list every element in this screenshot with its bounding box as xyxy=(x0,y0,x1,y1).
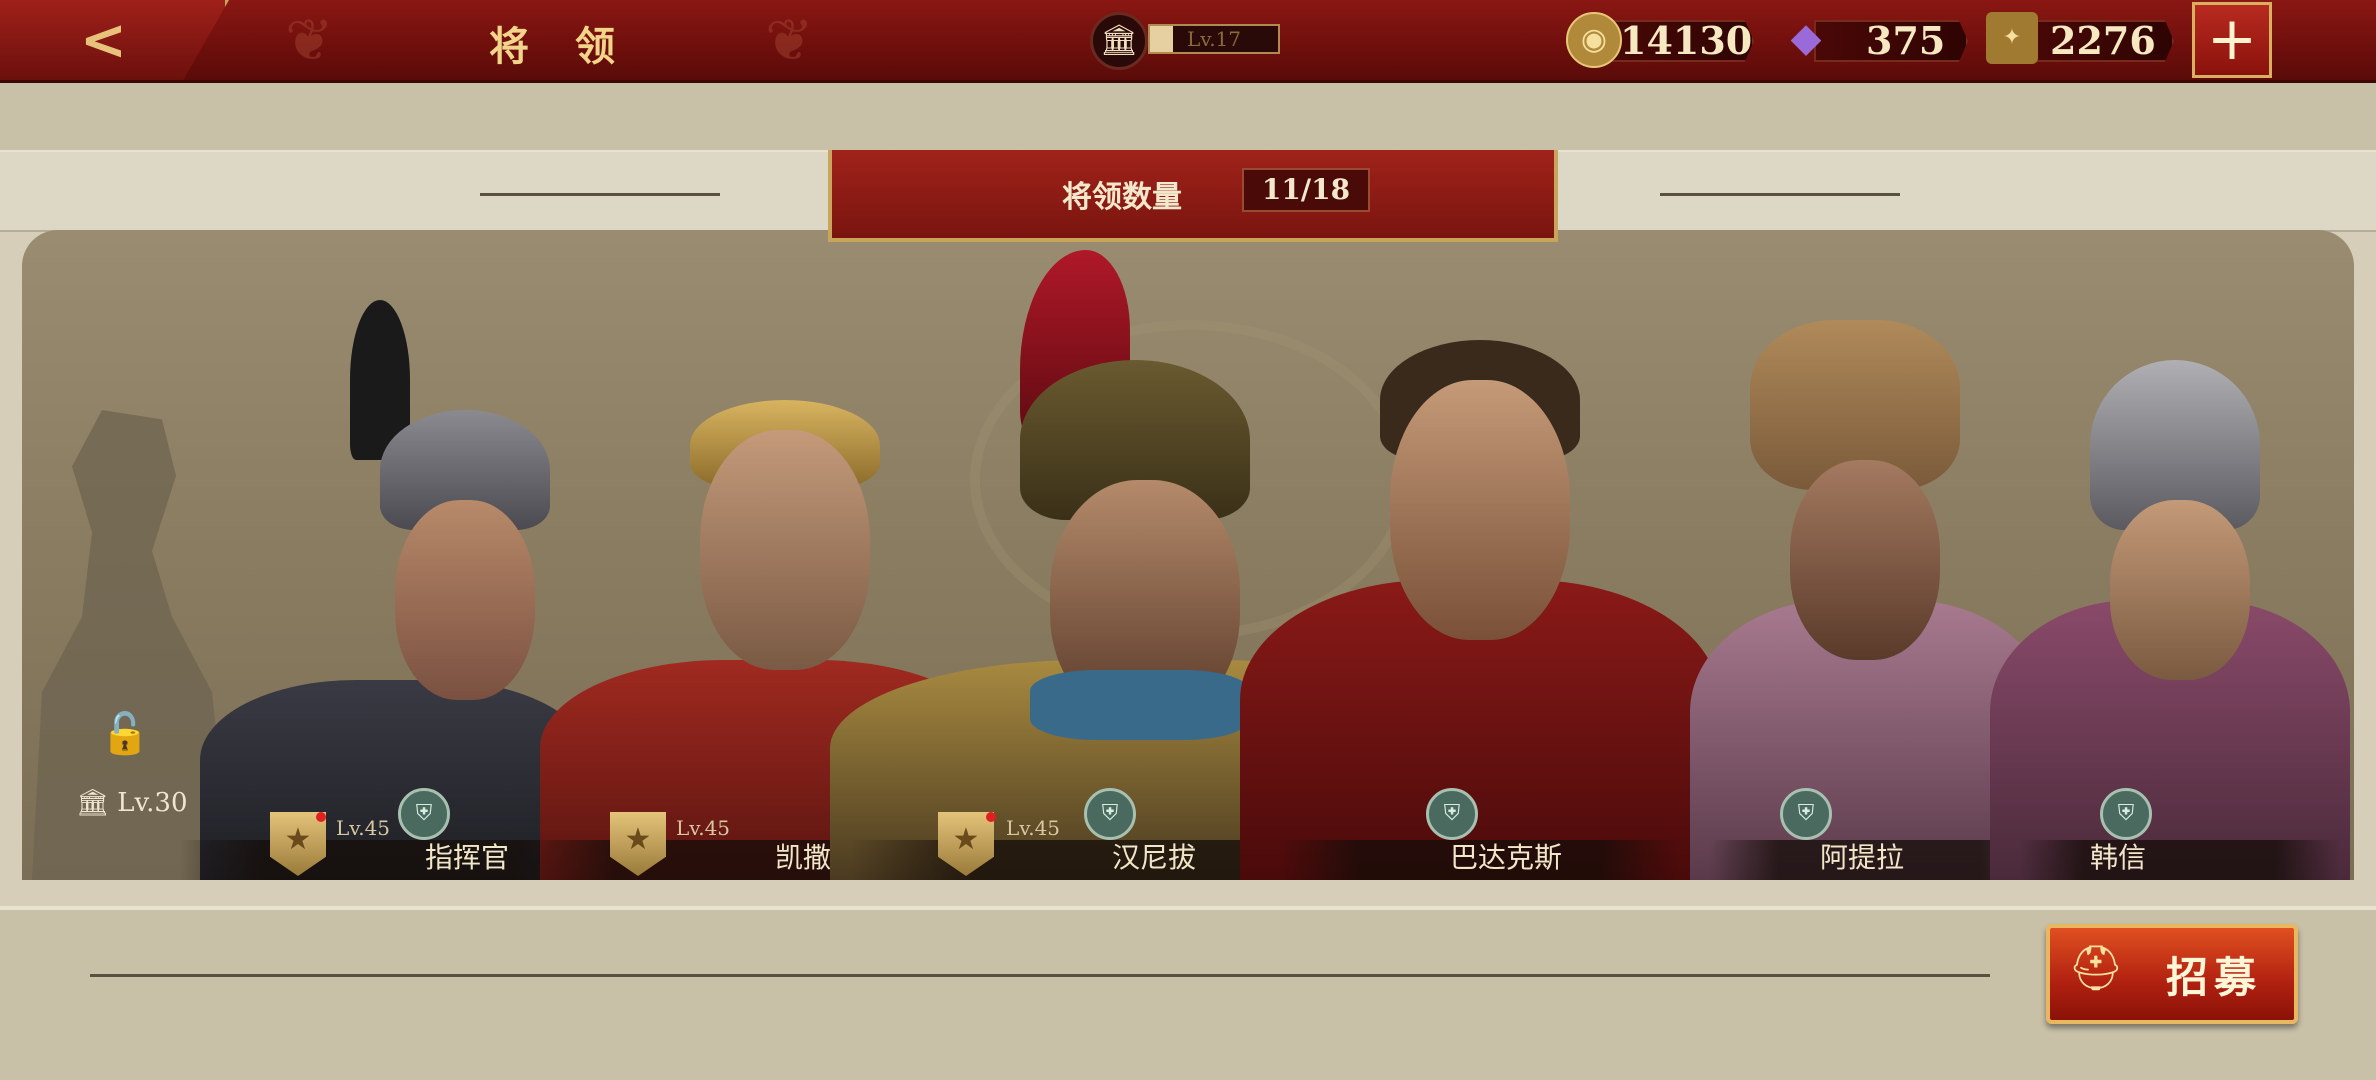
unlock-level: 🏛 Lv.30 xyxy=(76,788,188,818)
general-count-value: 11/18 xyxy=(1242,168,1370,212)
resource-gold[interactable]: ◉ 14130 xyxy=(1566,10,1756,68)
page-title: 将 领 xyxy=(489,23,631,70)
city-level[interactable]: 🏛 Lv.17 xyxy=(1090,12,1290,70)
spqr-eagle-icon: ✦ xyxy=(1986,12,2038,64)
gem-value: 375 xyxy=(1866,18,1946,63)
general-name: 指挥官 xyxy=(425,841,510,874)
spqr-value: 2276 xyxy=(2050,18,2156,63)
purple-gem-icon: ◆ xyxy=(1790,15,1822,61)
general-count-label: 将领数量 xyxy=(1062,180,1182,215)
general-name: 巴达克斯 xyxy=(1450,841,1563,874)
class-shield-icon: ⛨ xyxy=(2100,788,2152,840)
gold-value: 14130 xyxy=(1620,18,1753,63)
general-name: 阿提拉 xyxy=(1820,841,1905,874)
general-card-hanxin[interactable]: ⛨ 韩信 xyxy=(1980,240,2360,880)
general-portrait xyxy=(1980,240,2360,880)
top-bar: < ❦ 将 领 ❦ 🏛 Lv.17 ◉ 14130 ◆ 375 ✦ 2276 + xyxy=(0,0,2376,83)
level-label: Lv.17 xyxy=(1186,27,1241,51)
gold-coin-icon: ◉ xyxy=(1566,12,1622,68)
laurel-right-icon: ❦ xyxy=(765,6,814,74)
resource-gem[interactable]: ◆ 375 xyxy=(1780,10,1970,66)
laurel-left-icon: ❦ xyxy=(285,6,334,74)
building-icon: 🏛 xyxy=(1090,12,1148,70)
recruit-button[interactable]: ⛑ 招募 xyxy=(2046,924,2298,1024)
level-progress-bar: Lv.17 xyxy=(1148,24,1280,54)
general-card-spartacus[interactable]: ⛨ 巴达克斯 xyxy=(1240,240,1720,880)
general-count-banner: 将领数量 11/18 xyxy=(828,150,1558,242)
class-shield-icon: ⛨ xyxy=(1426,788,1478,840)
class-shield-icon: ⛨ xyxy=(1084,788,1136,840)
divider-line xyxy=(90,974,1990,977)
back-arrow-icon: < xyxy=(80,8,127,73)
recruit-label: 招募 xyxy=(2166,953,2263,1002)
resource-spqr[interactable]: ✦ 2276 xyxy=(1986,10,2176,66)
general-name: 汉尼拔 xyxy=(1112,841,1197,874)
general-name: 韩信 xyxy=(2090,841,2147,874)
lock-icon: 🔓 xyxy=(100,711,150,757)
general-name: 凯撒 xyxy=(775,841,832,874)
class-shield-icon: ⛨ xyxy=(398,788,450,840)
helmet-plus-icon: ⛑ xyxy=(2068,943,2124,994)
class-shield-icon: ⛨ xyxy=(1780,788,1832,840)
new-indicator xyxy=(316,812,326,822)
building-icon: 🏛 xyxy=(76,788,118,818)
general-portrait xyxy=(1240,240,1720,880)
new-indicator xyxy=(986,812,996,822)
add-resource-button[interactable]: + xyxy=(2192,2,2272,78)
back-button[interactable]: < xyxy=(0,0,229,80)
